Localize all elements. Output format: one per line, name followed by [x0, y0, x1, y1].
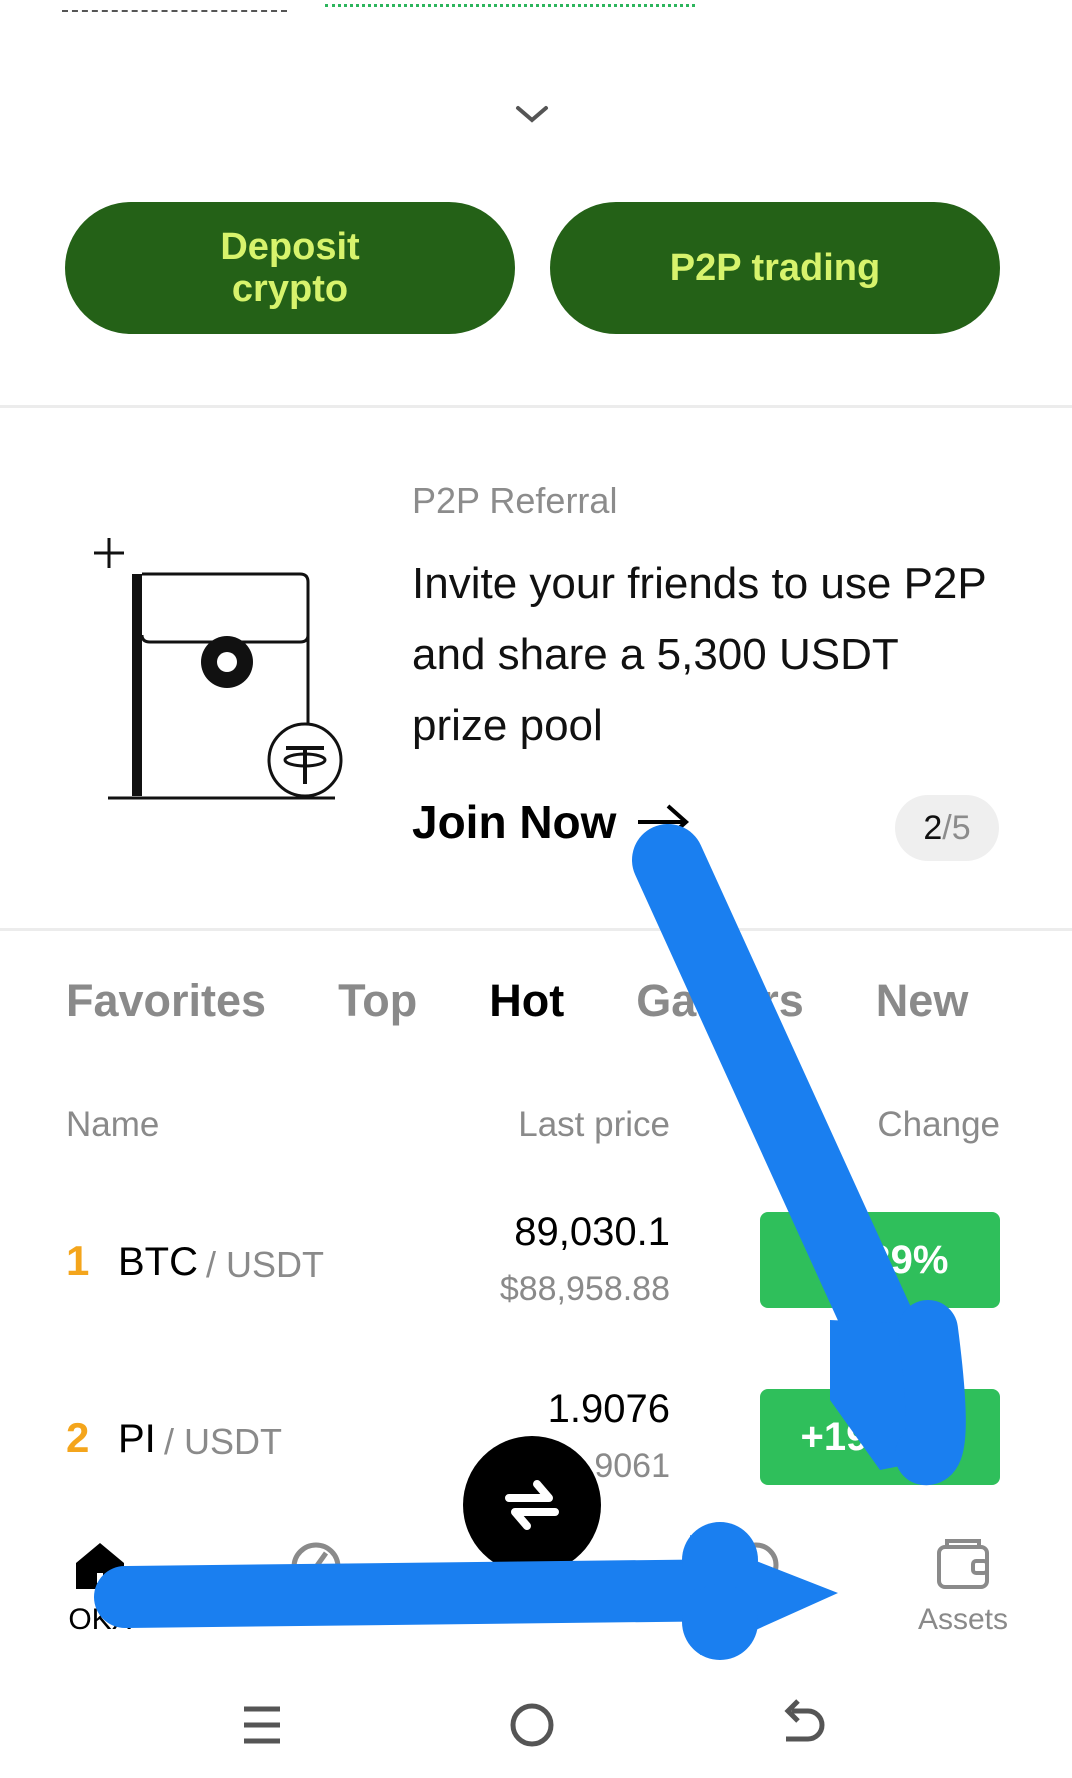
chevron-down-icon[interactable] — [512, 100, 552, 130]
nav-item-explore[interactable] — [686, 1535, 826, 1603]
section-divider — [0, 405, 1072, 408]
tab-gainers[interactable]: Gainers — [636, 975, 804, 1027]
trade-swap-icon — [505, 1480, 559, 1530]
nav-label-assets: Assets — [917, 1603, 1009, 1636]
row-change-badge[interactable]: +0.39% — [760, 1212, 1000, 1308]
row-price-usd: $88,958.88 — [499, 1270, 670, 1308]
row-last-price: 1.9076 — [547, 1387, 670, 1431]
join-now-label: Join Now — [412, 796, 617, 848]
row-quote: / USDT — [164, 1421, 283, 1462]
row-rank: 1 — [66, 1237, 90, 1284]
row-last-price: 89,030.1 — [514, 1210, 670, 1254]
row-rank: 2 — [66, 1414, 90, 1461]
row-symbol: PI — [118, 1417, 156, 1461]
cut-off-link — [62, 0, 287, 12]
pager-current: 2 — [923, 808, 943, 847]
column-header-name[interactable]: Name — [66, 1105, 159, 1145]
cut-off-green-text — [325, 0, 695, 7]
tab-top[interactable]: Top — [338, 975, 417, 1027]
tab-favorites[interactable]: Favorites — [66, 975, 266, 1027]
explore-icon — [733, 1542, 779, 1588]
column-header-last-price[interactable]: Last price — [370, 1105, 670, 1145]
tab-hot[interactable]: Hot — [489, 975, 564, 1027]
p2p-trading-button[interactable]: P2P trading — [550, 202, 1000, 334]
wallet-illustration-icon — [94, 538, 343, 800]
arrow-right-icon — [638, 804, 690, 840]
trade-swap-button[interactable] — [463, 1436, 601, 1574]
row-change-badge[interactable]: +19.66% — [760, 1389, 1000, 1485]
home-icon — [76, 1543, 124, 1589]
deposit-crypto-label: Deposit crypto — [220, 226, 360, 310]
markets-icon — [291, 1542, 341, 1592]
row-symbol: BTC — [118, 1240, 198, 1284]
wallet-icon — [937, 1539, 989, 1589]
section-divider — [0, 928, 1072, 931]
market-tabs: Favorites Top Hot Gainers New — [66, 975, 968, 1027]
system-nav-bar — [0, 1660, 1072, 1778]
banner-page-indicator: 2/5 — [895, 795, 999, 861]
tab-new[interactable]: New — [876, 975, 969, 1027]
join-now-link[interactable]: Join Now — [412, 795, 690, 849]
recent-apps-icon[interactable] — [232, 1695, 292, 1755]
home-circle-icon[interactable] — [502, 1695, 562, 1755]
nav-label-home: OKX — [68, 1603, 132, 1636]
nav-item-markets[interactable] — [246, 1535, 386, 1603]
p2p-trading-label: P2P trading — [669, 247, 881, 289]
deposit-crypto-button[interactable]: Deposit crypto — [65, 202, 515, 334]
referral-kicker: P2P Referral — [412, 480, 618, 521]
pager-total: /5 — [942, 808, 971, 847]
nav-item-assets[interactable]: Assets — [893, 1535, 1033, 1637]
back-icon[interactable] — [772, 1695, 832, 1755]
referral-headline: Invite your friends to use P2P and share… — [412, 559, 986, 750]
row-quote: / USDT — [206, 1244, 325, 1285]
column-header-change[interactable]: Change — [760, 1105, 1000, 1145]
nav-item-home[interactable]: OKX — [30, 1535, 170, 1637]
